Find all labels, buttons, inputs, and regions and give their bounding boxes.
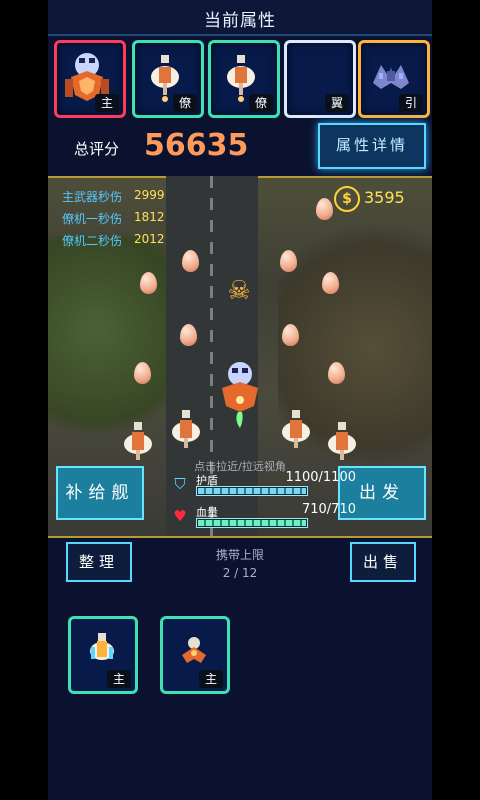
enemy-egg <box>280 250 297 272</box>
slot-wingman-1[interactable]: 僚 <box>132 40 204 118</box>
stat-value: 2999 <box>134 188 165 202</box>
equipment-slots: 主 僚 僚 翼 引 <box>48 36 432 120</box>
item-tag: 主 <box>107 670 131 688</box>
inventory-item[interactable]: 主 <box>68 616 138 694</box>
stat-wingman-2: 僚机二秒伤 2012 <box>62 232 165 249</box>
slot-main-ship[interactable]: 主 <box>54 40 126 118</box>
hp-fill <box>198 520 306 526</box>
shield-value: 1100/1100 <box>285 470 356 485</box>
shield-fill <box>198 488 306 494</box>
enemy-egg <box>282 324 299 346</box>
slot-tag: 主 <box>95 94 119 112</box>
page-title: 当前属性 <box>204 11 276 31</box>
slot-wingman-2[interactable]: 僚 <box>208 40 280 118</box>
stat-value: 2012 <box>134 232 165 246</box>
enemy-egg <box>180 324 197 346</box>
skull-icon: ☠ <box>227 276 251 306</box>
coin-icon: $ <box>334 186 360 212</box>
item-tag: 主 <box>199 670 223 688</box>
ship-item-icon <box>182 637 206 663</box>
stat-label: 僚机一秒伤 <box>62 212 123 226</box>
player-ship <box>222 362 258 428</box>
score-bar: 总评分 56635 属性详情 <box>48 122 432 176</box>
battle-preview[interactable]: 主武器秒伤 2999 僚机一秒伤 1812 僚机二秒伤 2012 $ 3595 … <box>48 176 432 538</box>
hp-track <box>196 518 308 528</box>
enemy-egg <box>322 272 339 294</box>
slot-wing[interactable]: 翼 <box>284 40 356 118</box>
slot-tag: 僚 <box>249 94 273 112</box>
enemy-egg <box>328 362 345 384</box>
stat-label: 僚机二秒伤 <box>62 234 123 248</box>
enemy-egg <box>316 198 333 220</box>
slot-engine[interactable]: 引 <box>358 40 430 118</box>
capacity-value: 2 / 12 <box>222 566 258 580</box>
shield-track <box>196 486 308 496</box>
ship-item-icon <box>90 633 114 660</box>
attribute-details-button[interactable]: 属性详情 <box>318 123 426 169</box>
right-margin <box>432 0 480 800</box>
slot-tag: 翼 <box>325 94 349 112</box>
slot-tag: 引 <box>399 94 423 112</box>
score-label: 总评分 <box>74 140 120 158</box>
enemy-egg <box>182 250 199 272</box>
hp-value: 710/710 <box>301 502 356 517</box>
coin-count: 3595 <box>364 188 405 207</box>
stat-value: 1812 <box>134 210 165 224</box>
header: 当前属性 <box>48 0 432 36</box>
stat-main-weapon: 主武器秒伤 2999 <box>62 188 165 205</box>
hp-bar: ♥ 血量 710/710 <box>172 502 362 530</box>
enemy-egg <box>134 362 151 384</box>
game-screen: 当前属性 主 僚 僚 翼 引 总评分 56635 属性详情 主武器秒伤 2999… <box>48 0 432 800</box>
inventory-item[interactable]: 主 <box>160 616 230 694</box>
shield-bar: ⛉ 护盾 1100/1100 <box>172 470 362 498</box>
score-value: 56635 <box>144 128 249 163</box>
shield-icon: ⛉ <box>174 475 186 493</box>
stat-wingman-1: 僚机一秒伤 1812 <box>62 210 165 227</box>
left-margin <box>0 0 48 800</box>
heart-icon: ♥ <box>173 507 187 525</box>
wingman-ship <box>282 410 310 448</box>
supply-ship-button[interactable]: 补给舰 <box>56 466 144 520</box>
enemy-egg <box>140 272 157 294</box>
slot-tag: 僚 <box>173 94 197 112</box>
wingman-ship <box>172 410 200 448</box>
capacity-label: 携带上限 <box>215 548 264 562</box>
stat-label: 主武器秒伤 <box>62 190 123 204</box>
